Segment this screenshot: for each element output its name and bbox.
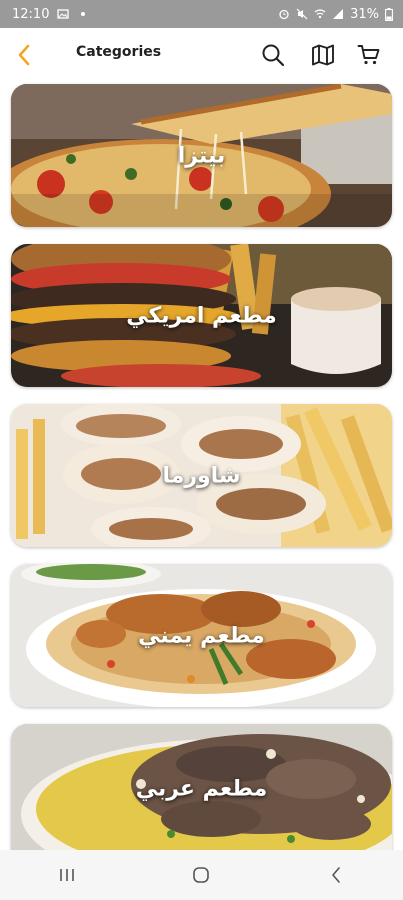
signal-icon [333,9,344,19]
home-icon [193,867,210,883]
gallery-notification-icon [57,9,70,19]
home-button[interactable] [181,855,221,895]
alarm-icon [279,9,289,20]
status-bar: 12:10 31% [0,0,403,28]
category-label: مطعم امريكي [126,303,277,328]
battery-percent: 31% [350,6,379,22]
status-time: 12:10 [12,6,50,22]
search-icon [262,44,285,67]
system-back-button[interactable] [316,855,356,895]
category-label: شاورما [162,463,241,488]
dot-notification-icon [81,12,86,16]
category-card-pizza[interactable]: بيتزا [11,84,392,227]
search-button[interactable] [258,40,288,70]
battery-icon [385,7,393,21]
system-nav-bar [0,850,403,900]
category-label: مطعم يمني [138,623,265,648]
wifi-icon [314,9,326,19]
category-card-yemeni[interactable]: مطعم يمني [11,564,392,707]
category-list: بيتزا مطعم امريكي شاورما مطعم يمني مطعم … [11,84,392,854]
recents-icon [60,869,74,881]
category-card-shawarma[interactable]: شاورما [11,404,392,547]
category-label: بيتزا [177,143,226,168]
back-icon [332,867,340,883]
map-icon [312,44,334,66]
map-button[interactable] [308,40,338,70]
cart-icon [357,45,380,65]
category-card-american[interactable]: مطعم امريكي [11,244,392,387]
mute-icon [296,8,308,20]
category-card-arabic[interactable]: مطعم عربي [11,724,392,854]
recents-button[interactable] [47,855,87,895]
back-button[interactable] [10,40,38,70]
chevron-left-icon [18,44,30,66]
app-bar: Categories [0,28,403,82]
category-label: مطعم عربي [135,776,268,802]
cart-button[interactable] [354,40,384,70]
page-title: Categories [76,44,162,60]
